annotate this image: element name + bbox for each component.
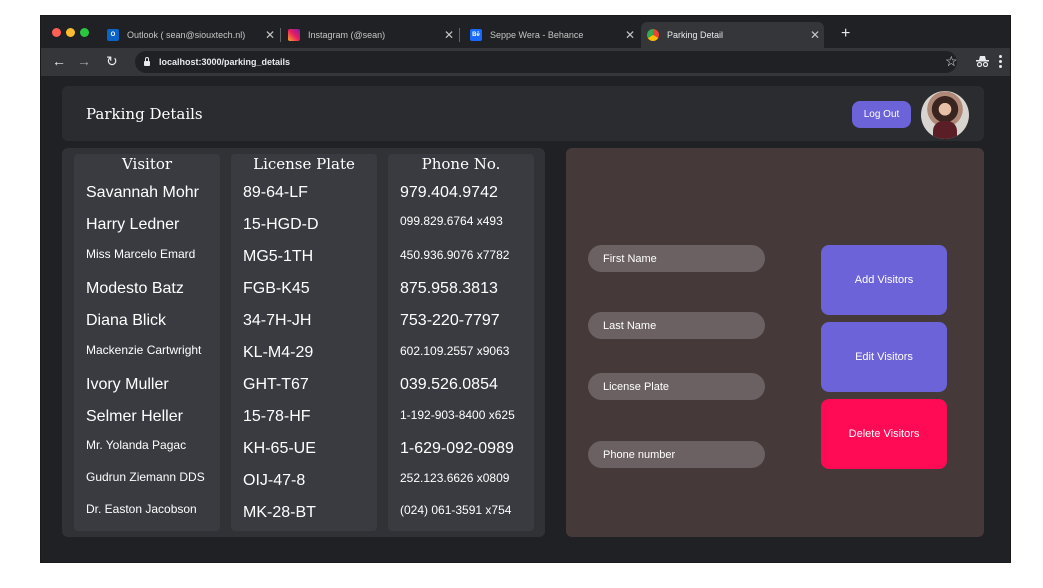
phone-number: 252.123.6626 x0809 — [400, 471, 510, 485]
avatar[interactable] — [921, 91, 969, 139]
visitor-name: Harry Ledner — [86, 216, 180, 233]
first-name-input[interactable] — [588, 245, 765, 272]
close-tab-icon[interactable]: ✕ — [810, 28, 820, 42]
tab-behance[interactable]: Bē Seppe Wera - Behance ✕ — [464, 22, 639, 48]
tab-parking-detail[interactable]: Parking Detail ✕ — [641, 22, 824, 48]
tab-label: Parking Detail — [667, 30, 724, 40]
behance-icon: Bē — [470, 29, 482, 41]
license-plate-column: License Plate 89-64-LF 15-HGD-D MG5-1TH … — [231, 154, 377, 531]
visitor-name: Selmer Heller — [86, 408, 183, 425]
license-plate: 15-78-HF — [243, 408, 311, 425]
visitor-name: Miss Marcelo Emard — [86, 247, 196, 261]
page-title: Parking Details — [86, 105, 203, 123]
visitor-name: Ivory Muller — [86, 376, 169, 393]
close-tab-icon[interactable]: ✕ — [444, 28, 454, 42]
license-plate: 15-HGD-D — [243, 216, 319, 233]
tab-divider — [280, 28, 281, 42]
tab-label: Outlook ( sean@siouxtech.nl) — [127, 30, 246, 40]
app-content: Parking Details Log Out Visitor Savannah… — [41, 76, 1010, 562]
tab-label: Seppe Wera - Behance — [490, 30, 584, 40]
close-tab-icon[interactable]: ✕ — [265, 28, 275, 42]
phone-number: 875.958.3813 — [400, 280, 498, 297]
tab-label: Instagram (@sean) — [308, 30, 386, 40]
visitor-name: Diana Blick — [86, 312, 167, 329]
incognito-icon[interactable] — [976, 56, 989, 67]
visitor-form: Add Visitors Edit Visitors Delete Visito… — [566, 148, 984, 537]
chrome-icon — [647, 29, 659, 41]
tab-outlook[interactable]: O Outlook ( sean@siouxtech.nl) ✕ — [101, 22, 279, 48]
visitor-table: Visitor Savannah Mohr Harry Ledner Miss … — [62, 148, 545, 537]
license-plate: GHT-T67 — [243, 376, 309, 393]
delete-visitors-button[interactable]: Delete Visitors — [821, 399, 947, 469]
last-name-input[interactable] — [588, 312, 765, 339]
phone-number-input[interactable] — [588, 441, 765, 468]
visitor-name: Dr. Easton Jacobson — [86, 502, 197, 516]
column-header-phone: Phone No. — [421, 155, 501, 173]
visitor-name: Mackenzie Cartwright — [86, 343, 202, 357]
column-header-visitor: Visitor — [121, 155, 173, 173]
bookmark-star-icon[interactable]: ☆ — [945, 53, 958, 70]
maximize-window-button[interactable] — [80, 28, 89, 37]
browser-toolbar: ← → ↻ localhost:3000/parking_details ☆ — [41, 48, 1010, 76]
license-plate: KL-M4-29 — [243, 344, 314, 361]
phone-number: 1-629-092-0989 — [400, 440, 514, 457]
reload-icon[interactable]: ↻ — [106, 53, 118, 70]
new-tab-button[interactable]: + — [841, 25, 850, 43]
visitor-name: Gudrun Ziemann DDS — [86, 470, 205, 484]
license-plate: MK-28-BT — [243, 504, 316, 521]
phone-column: Phone No. 979.404.9742 099.829.6764 x493… — [388, 154, 534, 531]
tab-instagram[interactable]: Instagram (@sean) ✕ — [282, 22, 458, 48]
close-window-button[interactable] — [52, 28, 61, 37]
window-controls — [52, 28, 89, 37]
phone-number: 753-220-7797 — [400, 312, 500, 329]
phone-number: 450.936.9076 x7782 — [400, 248, 510, 262]
lock-icon — [144, 56, 150, 66]
add-visitors-button[interactable]: Add Visitors — [821, 245, 947, 315]
phone-number: (024) 061-3591 x754 — [400, 503, 512, 517]
address-bar[interactable]: localhost:3000/parking_details — [135, 51, 957, 73]
browser-window: O Outlook ( sean@siouxtech.nl) ✕ Instagr… — [40, 15, 1011, 563]
close-tab-icon[interactable]: ✕ — [625, 28, 635, 42]
visitor-name: Modesto Batz — [86, 280, 184, 297]
instagram-icon — [288, 29, 300, 41]
column-header-license-plate: License Plate — [253, 155, 355, 173]
phone-number: 979.404.9742 — [400, 184, 498, 201]
tab-divider — [459, 28, 460, 42]
minimize-window-button[interactable] — [66, 28, 75, 37]
forward-arrow-icon[interactable]: → — [77, 53, 91, 69]
visitor-name: Mr. Yolanda Pagac — [86, 438, 187, 452]
app-header: Parking Details Log Out — [62, 86, 984, 141]
license-plate: 89-64-LF — [243, 184, 308, 201]
back-arrow-icon[interactable]: ← — [52, 53, 66, 69]
phone-number: 039.526.0854 — [400, 376, 498, 393]
phone-number: 099.829.6764 x493 — [400, 214, 503, 228]
license-plate-input[interactable] — [588, 373, 765, 400]
license-plate: OIJ-47-8 — [243, 472, 306, 489]
license-plate: KH-65-UE — [243, 440, 316, 457]
license-plate: 34-7H-JH — [243, 312, 312, 329]
visitor-column: Visitor Savannah Mohr Harry Ledner Miss … — [74, 154, 220, 531]
url-text: localhost:3000/parking_details — [159, 57, 291, 67]
logout-button[interactable]: Log Out — [852, 101, 911, 128]
license-plate: FGB-K45 — [243, 280, 310, 297]
browser-menu-icon[interactable] — [999, 55, 1002, 68]
phone-number: 1-192-903-8400 x625 — [400, 408, 515, 422]
visitor-name: Savannah Mohr — [86, 184, 199, 201]
tab-strip: O Outlook ( sean@siouxtech.nl) ✕ Instagr… — [41, 16, 1010, 48]
edit-visitors-button[interactable]: Edit Visitors — [821, 322, 947, 392]
phone-number: 602.109.2557 x9063 — [400, 344, 510, 358]
license-plate: MG5-1TH — [243, 248, 314, 265]
outlook-icon: O — [107, 29, 119, 41]
